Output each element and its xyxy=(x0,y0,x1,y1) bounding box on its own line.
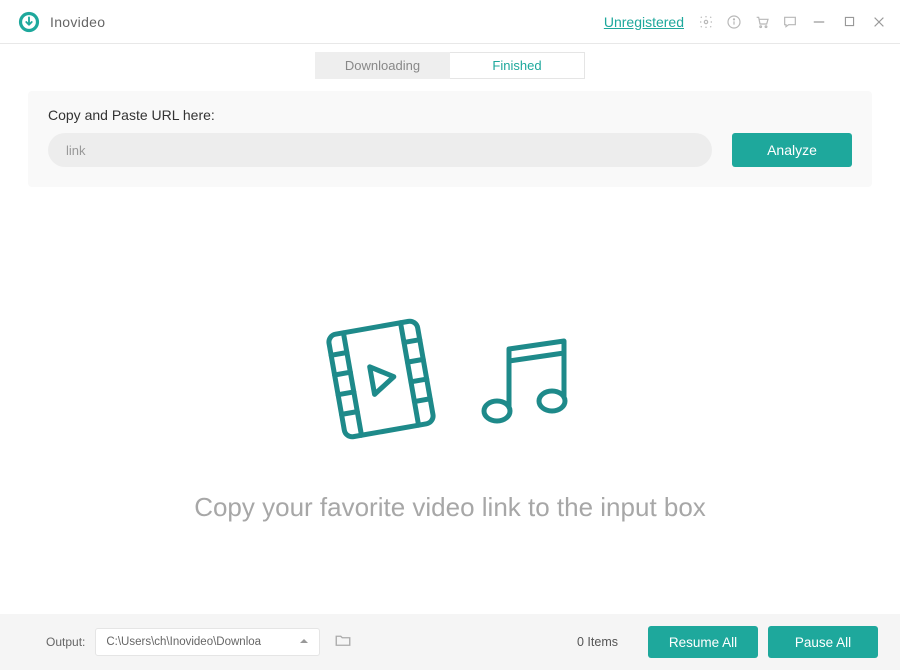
settings-gear-icon[interactable] xyxy=(698,14,714,30)
items-count: 0 Items xyxy=(577,635,618,649)
bottom-bar: Output: C:\Users\ch\Inovideo\Downloa 0 I… xyxy=(0,614,900,670)
info-icon[interactable] xyxy=(726,14,742,30)
maximize-button[interactable] xyxy=(840,14,858,30)
analyze-button[interactable]: Analyze xyxy=(732,133,852,167)
tab-finished[interactable]: Finished xyxy=(450,52,585,79)
music-note-icon xyxy=(464,319,584,444)
film-reel-icon xyxy=(316,309,446,454)
empty-state-text: Copy your favorite video link to the inp… xyxy=(194,492,706,523)
output-path-text: C:\Users\ch\Inovideo\Downloa xyxy=(106,636,261,648)
minimize-button[interactable] xyxy=(810,14,828,30)
app-title: Inovideo xyxy=(50,14,105,30)
app-logo-icon xyxy=(18,11,40,33)
empty-state: Copy your favorite video link to the inp… xyxy=(0,187,900,614)
url-panel: Copy and Paste URL here: Analyze xyxy=(28,91,872,187)
title-bar: Inovideo Unregistered xyxy=(0,0,900,44)
unregistered-link[interactable]: Unregistered xyxy=(604,14,684,30)
tab-downloading[interactable]: Downloading xyxy=(315,52,450,79)
pause-all-button[interactable]: Pause All xyxy=(768,626,878,658)
illustration xyxy=(316,309,584,454)
open-folder-icon[interactable] xyxy=(334,631,352,654)
chevron-up-icon xyxy=(299,636,309,649)
resume-all-button[interactable]: Resume All xyxy=(648,626,758,658)
chat-icon[interactable] xyxy=(782,14,798,30)
cart-icon[interactable] xyxy=(754,14,770,30)
close-button[interactable] xyxy=(870,14,888,30)
tabs-row: Downloading Finished xyxy=(0,44,900,85)
url-input[interactable] xyxy=(48,133,712,167)
url-label: Copy and Paste URL here: xyxy=(48,107,852,123)
output-path-dropdown[interactable]: C:\Users\ch\Inovideo\Downloa xyxy=(95,628,320,656)
output-label: Output: xyxy=(46,635,85,649)
